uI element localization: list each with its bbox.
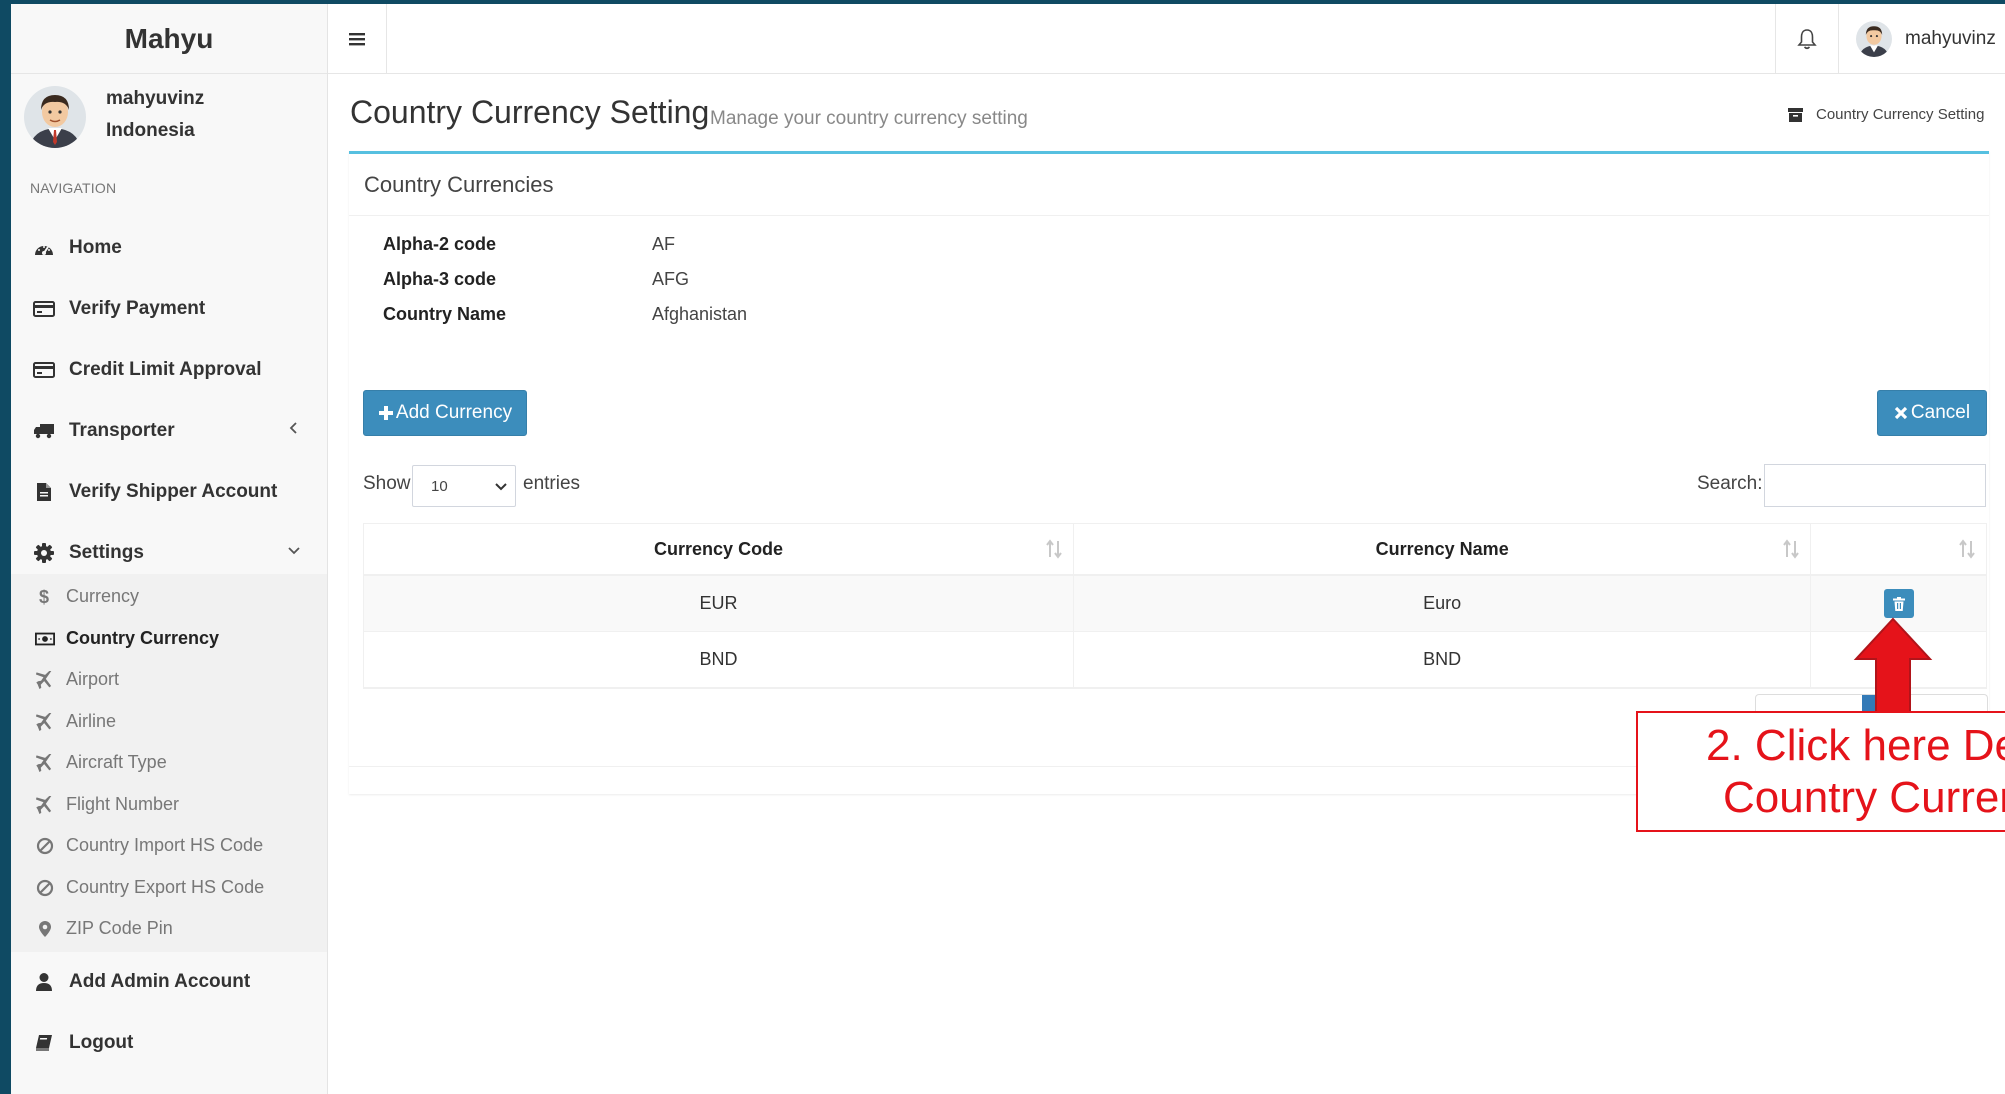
alpha2-label: Alpha-2 code <box>383 234 497 254</box>
nav-item-transporter[interactable]: Transporter <box>11 401 327 461</box>
close-icon <box>1894 406 1908 420</box>
dollar-icon: $ <box>35 587 55 607</box>
annotation-line-1: 2. Click here De <box>1706 721 2005 770</box>
file-icon <box>33 481 55 503</box>
table-row: BND BND <box>364 632 1986 688</box>
user-name: mahyuvinz <box>106 88 205 109</box>
breadcrumb[interactable]: Country Currency Setting <box>1788 106 1984 123</box>
entries-label: entries <box>523 473 581 494</box>
box-title: Country Currencies <box>364 171 554 197</box>
column-header-actions[interactable] <box>1811 524 1986 574</box>
map-marker-icon <box>35 919 55 939</box>
entries-select[interactable]: 10 <box>412 465 516 507</box>
sidebar-item-country-export-hs-code[interactable]: Country Export HS Code <box>11 867 327 908</box>
country-name-value: Afghanistan <box>652 304 748 324</box>
sidebar: Mahyu mahyuvinz Indonesia NAVIGATION Hom… <box>11 4 328 1094</box>
annotation-callout: 2. Click here De Country Curren <box>1636 711 2005 832</box>
trash-icon <box>1892 596 1905 611</box>
cell-currency-name: BND <box>1074 632 1812 687</box>
user-country: Indonesia <box>106 120 195 141</box>
notifications-button[interactable] <box>1775 4 1838 74</box>
alpha3-value: AFG <box>652 269 690 289</box>
plus-icon <box>378 406 393 420</box>
search-input[interactable] <box>1764 464 1986 507</box>
cell-currency-code: BND <box>364 632 1075 687</box>
ban-icon <box>35 836 55 856</box>
nav-item-verify-shipper-account[interactable]: Verify Shipper Account <box>11 462 327 522</box>
credit-card-icon <box>33 359 55 381</box>
settings-submenu: $ Currency Country Currency Airport Airl… <box>11 574 327 952</box>
gear-icon <box>33 542 55 564</box>
sidebar-item-country-import-hs-code[interactable]: Country Import HS Code <box>11 825 327 866</box>
alpha2-value: AF <box>652 234 676 254</box>
delete-button[interactable] <box>1883 589 1914 618</box>
user-panel: mahyuvinz Indonesia <box>11 74 327 169</box>
chevron-down-icon <box>288 547 300 555</box>
alpha3-label: Alpha-3 code <box>383 269 497 289</box>
add-currency-button[interactable]: Add Currency <box>363 390 527 436</box>
sidebar-item-zip-code-pin[interactable]: ZIP Code Pin <box>11 908 327 949</box>
archive-icon <box>1788 107 1803 122</box>
sort-icon <box>1959 539 1975 559</box>
topbar-username: mahyuvinz <box>1905 28 1996 49</box>
ban-icon <box>35 878 55 898</box>
page-subtitle: Manage your country currency setting <box>710 108 1028 129</box>
sidebar-item-airline[interactable]: Airline <box>11 701 327 742</box>
search-label: Search: <box>1697 473 1763 494</box>
top-navbar: mahyuvinz <box>328 4 2005 74</box>
user-icon <box>33 971 55 993</box>
country-name-label: Country Name <box>383 304 507 324</box>
table-header: Currency Code Currency Name <box>364 524 1986 576</box>
sidebar-item-flight-number[interactable]: Flight Number <box>11 784 327 825</box>
box-header: Country Currencies <box>349 154 1989 216</box>
sort-icon <box>1783 539 1800 559</box>
cell-currency-name: Euro <box>1074 576 1812 631</box>
chevron-down-icon <box>495 483 507 491</box>
user-menu[interactable]: mahyuvinz <box>1838 4 2005 74</box>
sidebar-item-aircraft-type[interactable]: Aircraft Type <box>11 742 327 783</box>
plane-icon <box>35 712 55 732</box>
dashboard-icon <box>33 237 55 259</box>
avatar <box>24 86 86 148</box>
truck-icon <box>33 420 55 442</box>
page-title: Country Currency Setting <box>350 94 710 130</box>
credit-card-icon <box>33 298 55 320</box>
svg-text:$: $ <box>39 587 49 607</box>
sort-icon <box>1046 539 1062 559</box>
sidebar-item-currency[interactable]: $ Currency <box>11 576 327 617</box>
nav-item-credit-limit-approval[interactable]: Credit Limit Approval <box>11 340 327 400</box>
plane-icon <box>35 753 55 773</box>
brand-logo[interactable]: Mahyu <box>11 4 327 74</box>
bell-icon <box>1797 29 1817 50</box>
nav-item-verify-payment[interactable]: Verify Payment <box>11 279 327 339</box>
sidebar-item-country-currency[interactable]: Country Currency <box>11 618 327 659</box>
nav-item-home[interactable]: Home <box>11 218 327 278</box>
plane-icon <box>35 670 55 690</box>
cancel-button[interactable]: Cancel <box>1877 390 1987 436</box>
table-row: EUR Euro <box>364 576 1986 632</box>
chevron-left-icon <box>289 422 297 434</box>
sidebar-item-airport[interactable]: Airport <box>11 659 327 700</box>
plane-icon <box>35 795 55 815</box>
hamburger-icon <box>349 33 365 46</box>
nav-item-logout[interactable]: Logout <box>11 1013 327 1073</box>
book-icon <box>33 1032 55 1054</box>
app-window: Mahyu mahyuvinz Indonesia NAVIGATION Hom… <box>11 4 2005 1094</box>
avatar <box>1856 21 1892 57</box>
money-icon <box>35 629 55 649</box>
sidebar-toggle-button[interactable] <box>328 4 387 74</box>
show-label: Show <box>363 473 411 494</box>
currency-table: Currency Code Currency Name EUR Euro BND… <box>363 523 1987 689</box>
column-header-currency-code[interactable]: Currency Code <box>364 524 1075 574</box>
country-currencies-box: Country Currencies Alpha-2 code AF Alpha… <box>349 151 1989 794</box>
nav-header: NAVIGATION <box>30 180 117 196</box>
column-header-currency-name[interactable]: Currency Name <box>1074 524 1812 574</box>
nav-item-add-admin-account[interactable]: Add Admin Account <box>11 952 327 1012</box>
annotation-arrow <box>1853 617 1933 714</box>
cell-currency-code: EUR <box>364 576 1075 631</box>
annotation-line-2: Country Curren <box>1723 773 2005 822</box>
